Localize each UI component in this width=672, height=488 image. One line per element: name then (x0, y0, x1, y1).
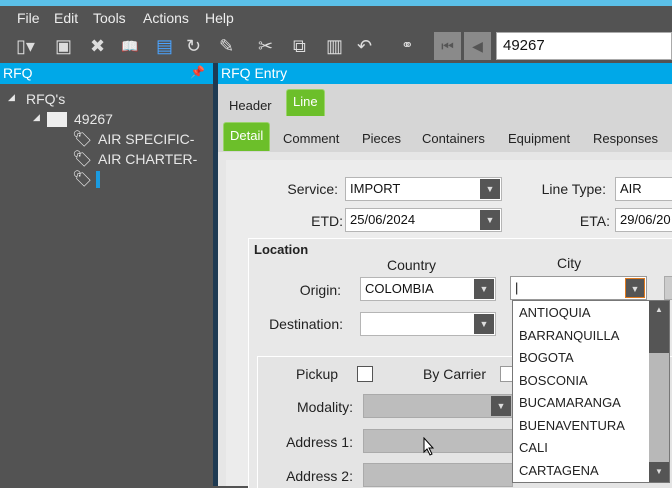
service-label: Service: (287, 181, 338, 197)
origin-country-select[interactable]: COLOMBIA ▼ (360, 277, 496, 301)
attach-icon[interactable]: ▤ (156, 35, 173, 57)
menu-bar: File Edit Tools Actions Help (0, 6, 672, 30)
pickup-checkbox[interactable] (357, 366, 373, 382)
tree-item[interactable]: AIR CHARTER- (98, 151, 197, 167)
tab-line[interactable]: Line (286, 89, 325, 116)
city-option[interactable]: CARTAGENA (519, 463, 599, 478)
record-input[interactable]: 49267 (496, 32, 672, 60)
location-title: Location (254, 242, 309, 257)
clear-icon[interactable]: ✎ (219, 35, 234, 57)
city-option[interactable]: BOSCONIA (519, 373, 588, 388)
new-icon[interactable]: ▯▾ (16, 35, 35, 57)
extra-field[interactable] (664, 276, 672, 300)
tree-folder[interactable]: 49267 (74, 111, 113, 127)
menu-help[interactable]: Help (205, 10, 234, 26)
book-icon[interactable]: 📖 (121, 35, 138, 57)
copy-icon[interactable]: ⧉ (293, 35, 306, 57)
cut-icon[interactable]: ✂ (258, 35, 273, 57)
tree-item[interactable]: AIR SPECIFIC- (98, 131, 194, 147)
pickup-label: Pickup (296, 366, 339, 382)
mouse-cursor-icon (423, 437, 435, 456)
chevron-down-icon[interactable]: ▼ (474, 314, 494, 334)
tab-comment[interactable]: Comment (283, 131, 339, 146)
destination-country-select[interactable]: ▼ (360, 312, 496, 336)
etd-value: 25/06/2024 (350, 212, 416, 227)
chevron-down-icon[interactable]: ▼ (480, 179, 500, 199)
delete-icon[interactable]: ✖ (90, 35, 105, 57)
origin-city-value: | (515, 280, 519, 295)
country-header: Country (387, 257, 437, 273)
tree-root[interactable]: RFQ's (26, 91, 65, 107)
panel-title: RFQ (3, 65, 33, 81)
address1-label: Address 1: (286, 434, 353, 450)
origin-city-combobox[interactable]: | ▼ (510, 276, 647, 300)
save-icon[interactable]: ▣ (55, 35, 72, 57)
destination-label: Destination: (269, 316, 343, 332)
chevron-down-icon[interactable]: ▼ (491, 396, 511, 416)
scrollbar[interactable]: ▲ ▼ (649, 301, 669, 482)
line-type-label: Line Type: (541, 181, 606, 197)
rfq-tree: ◢ RFQ's ◢ 49267 🏷 AIR SPECIFIC- 🏷 AIR CH… (0, 84, 213, 486)
undo-icon[interactable]: ↶ (357, 35, 372, 57)
origin-label: Origin: (299, 282, 341, 298)
paste-icon[interactable]: ▥ (326, 35, 343, 57)
line-type-field[interactable]: AIR (615, 177, 672, 201)
chevron-down-icon[interactable]: ▼ (480, 210, 500, 230)
tab-equipment[interactable]: Equipment (508, 131, 570, 146)
menu-tools[interactable]: Tools (93, 10, 126, 26)
sub-tabs: Detail Comment Pieces Containers Equipme… (218, 118, 672, 152)
eta-label: ETA: (579, 213, 610, 229)
city-option[interactable]: BUCAMARANGA (519, 395, 621, 410)
etd-date-picker[interactable]: 25/06/2024 ▼ (345, 208, 502, 232)
tab-pieces[interactable]: Pieces (362, 131, 401, 146)
tab-detail[interactable]: Detail (223, 122, 271, 151)
address1-field[interactable] (363, 429, 513, 453)
menu-file[interactable]: File (17, 10, 40, 26)
address2-label: Address 2: (286, 468, 353, 484)
first-record-button[interactable]: ⏮ (434, 32, 461, 60)
menu-edit[interactable]: Edit (54, 10, 78, 26)
rfq-panel-header: RFQ 📌 (0, 63, 213, 84)
scroll-down-icon[interactable]: ▼ (649, 462, 669, 482)
city-option[interactable]: BARRANQUILLA (519, 328, 619, 343)
address2-field[interactable] (363, 463, 513, 487)
city-dropdown-list: ANTIOQUIA BARRANQUILLA BOGOTA BOSCONIA B… (512, 300, 670, 483)
city-option[interactable]: BUENAVENTURA (519, 418, 625, 433)
tab-containers[interactable]: Containers (422, 131, 485, 146)
modality-label: Modality: (296, 399, 353, 415)
chevron-down-icon[interactable]: ▼ (474, 279, 494, 299)
find-icon[interactable]: ⚭ (401, 35, 414, 57)
origin-country-value: COLOMBIA (365, 281, 434, 296)
expand-icon[interactable]: ◢ (8, 92, 15, 103)
service-value: IMPORT (350, 181, 401, 196)
city-option[interactable]: BOGOTA (519, 350, 574, 365)
city-header: City (557, 255, 582, 271)
scroll-thumb[interactable]: ▲ (649, 301, 669, 353)
modality-select[interactable]: ▼ (363, 394, 513, 418)
chevron-down-icon[interactable]: ▼ (625, 278, 645, 298)
city-option[interactable]: ANTIOQUIA (519, 305, 591, 320)
main-tabs: Header Line (218, 84, 672, 118)
tag-icon: 🏷 (72, 131, 93, 148)
tree-item-edit[interactable] (96, 171, 100, 188)
eta-date-picker[interactable]: 29/06/20 (615, 208, 672, 232)
by-carrier-label: By Carrier (423, 366, 487, 382)
expand-icon[interactable]: ◢ (33, 112, 40, 123)
service-select[interactable]: IMPORT ▼ (345, 177, 502, 201)
menu-actions[interactable]: Actions (143, 10, 189, 26)
tag-icon: 🏷 (72, 171, 93, 188)
rfq-entry-header: RFQ Entry (218, 63, 672, 84)
pin-icon[interactable]: 📌 (190, 65, 205, 79)
tab-header[interactable]: Header (229, 98, 272, 113)
folder-icon (47, 112, 67, 127)
city-option[interactable]: CALI (519, 440, 548, 455)
tag-icon: 🏷 (72, 151, 93, 168)
etd-label: ETD: (311, 213, 343, 229)
tab-responses[interactable]: Responses (593, 131, 658, 146)
prev-record-button[interactable]: ◀ (464, 32, 491, 60)
refresh-icon[interactable]: ↻ (186, 35, 201, 57)
